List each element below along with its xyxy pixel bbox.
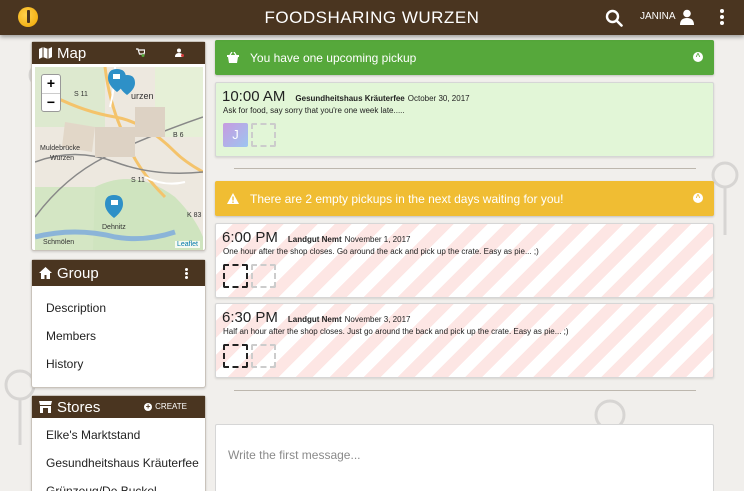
stores-title: Stores: [57, 398, 101, 416]
map-label-dehnitz: Dehnitz: [102, 224, 126, 231]
store-item[interactable]: Elke's Marktstand: [32, 421, 205, 449]
store-item[interactable]: Gesundheitshaus Kräuterfee: [32, 449, 205, 477]
store-icon: [39, 401, 52, 413]
plus-icon: +: [144, 401, 153, 411]
empty-pickup-card: 6:30 PM Landgut Nemt November 3, 2017 Ha…: [215, 303, 714, 378]
group-menu: Description Members History: [32, 286, 205, 378]
join-slot[interactable]: [223, 344, 248, 368]
map-card: Map urzen S 11 Muldebrücke Wurzen B 6 S …: [31, 41, 206, 251]
message-placeholder: Write the first message...: [228, 448, 361, 462]
basket-icon: [227, 52, 239, 63]
group-item-history[interactable]: History: [32, 350, 205, 378]
user-icon[interactable]: [680, 9, 694, 25]
group-menu-icon[interactable]: [183, 268, 189, 281]
create-label: CREATE: [155, 402, 187, 411]
pickup-date: October 30, 2017: [407, 94, 470, 103]
empty-slot[interactable]: [251, 123, 276, 147]
group-card: Group Description Members History: [31, 259, 206, 388]
stores-card: Stores + CREATE Elke's Marktstand Gesund…: [31, 395, 206, 491]
kebab-icon[interactable]: [718, 9, 726, 25]
pickup-store[interactable]: Landgut Nemt: [288, 315, 342, 324]
pickup-description: Half an hour after the shop closes. Just…: [223, 327, 569, 336]
pickup-store[interactable]: Gesundheitshaus Kräuterfee: [295, 94, 404, 103]
join-slot[interactable]: [223, 264, 248, 288]
divider: [234, 390, 696, 391]
stores-list: Elke's Marktstand Gesundheitshaus Kräute…: [32, 418, 205, 491]
empty-pickups-banner[interactable]: There are 2 empty pickups in the next da…: [215, 181, 714, 216]
map-label-wurzen: Wurzen: [50, 155, 74, 162]
empty-pickup-card: 6:00 PM Landgut Nemt November 1, 2017 On…: [215, 223, 714, 298]
pickup-date: November 3, 2017: [344, 315, 411, 324]
home-icon: [39, 267, 52, 279]
map-label-wurzen-top: urzen: [131, 91, 154, 101]
chevron-up-icon[interactable]: ^: [693, 52, 703, 62]
zoom-in-button[interactable]: +: [42, 75, 60, 93]
group-header: Group: [32, 260, 205, 286]
pickup-time: 10:00 AM: [222, 88, 286, 105]
map-header: Map: [32, 42, 205, 64]
map-title: Map: [57, 44, 87, 62]
group-item-members[interactable]: Members: [32, 322, 205, 350]
group-title: Group: [57, 264, 99, 282]
map-view[interactable]: urzen S 11 Muldebrücke Wurzen B 6 S 11 K…: [35, 67, 203, 250]
map-label-muldebruecke: Muldebrücke: [40, 145, 81, 152]
map-label-k83: K 83: [187, 212, 202, 219]
map-icon: [39, 47, 52, 59]
create-store-button[interactable]: + CREATE: [144, 402, 187, 411]
user-name[interactable]: JANINA: [640, 11, 676, 22]
pickup-description: Ask for food, say sorry that you're one …: [223, 106, 405, 115]
upcoming-banner-text: You have one upcoming pickup: [250, 50, 417, 65]
map-label-schmoelen: Schmölen: [43, 239, 75, 246]
map-label-s11-a: S 11: [74, 91, 88, 98]
upcoming-pickup-banner[interactable]: You have one upcoming pickup ^: [215, 40, 714, 75]
empty-banner-text: There are 2 empty pickups in the next da…: [250, 191, 564, 206]
map-label-b6: B 6: [173, 132, 184, 139]
pickup-time: 6:00 PM: [222, 229, 278, 246]
store-filter-icon[interactable]: [136, 48, 145, 57]
zoom-out-button[interactable]: −: [42, 93, 60, 111]
upcoming-pickup-card: 10:00 AM Gesundheitshaus Kräuterfee Octo…: [215, 82, 714, 157]
avatar[interactable]: J: [223, 123, 248, 147]
group-item-description[interactable]: Description: [32, 294, 205, 322]
chevron-up-icon[interactable]: ^: [693, 193, 703, 203]
app-title: FOODSHARING WURZEN: [264, 8, 480, 27]
warning-icon: [227, 193, 239, 204]
divider: [234, 168, 696, 169]
top-bar: FOODSHARING WURZEN JANINA: [0, 0, 744, 35]
user-filter-icon[interactable]: [175, 48, 184, 57]
pickup-store[interactable]: Landgut Nemt: [288, 235, 342, 244]
zoom-control: + −: [41, 74, 61, 112]
empty-slot[interactable]: [251, 264, 276, 288]
message-input[interactable]: Write the first message...: [215, 424, 714, 491]
pickup-description: One hour after the shop closes. Go aroun…: [223, 247, 539, 256]
stores-header: Stores + CREATE: [32, 396, 205, 418]
empty-slot[interactable]: [251, 344, 276, 368]
pickup-date: November 1, 2017: [344, 235, 411, 244]
search-icon[interactable]: [605, 9, 623, 27]
store-item[interactable]: Grünzeug/De Buckel: [32, 477, 205, 491]
pickup-time: 6:30 PM: [222, 309, 278, 326]
map-attribution[interactable]: Leaflet: [174, 241, 200, 248]
map-label-s11-b: S 11: [131, 177, 145, 184]
